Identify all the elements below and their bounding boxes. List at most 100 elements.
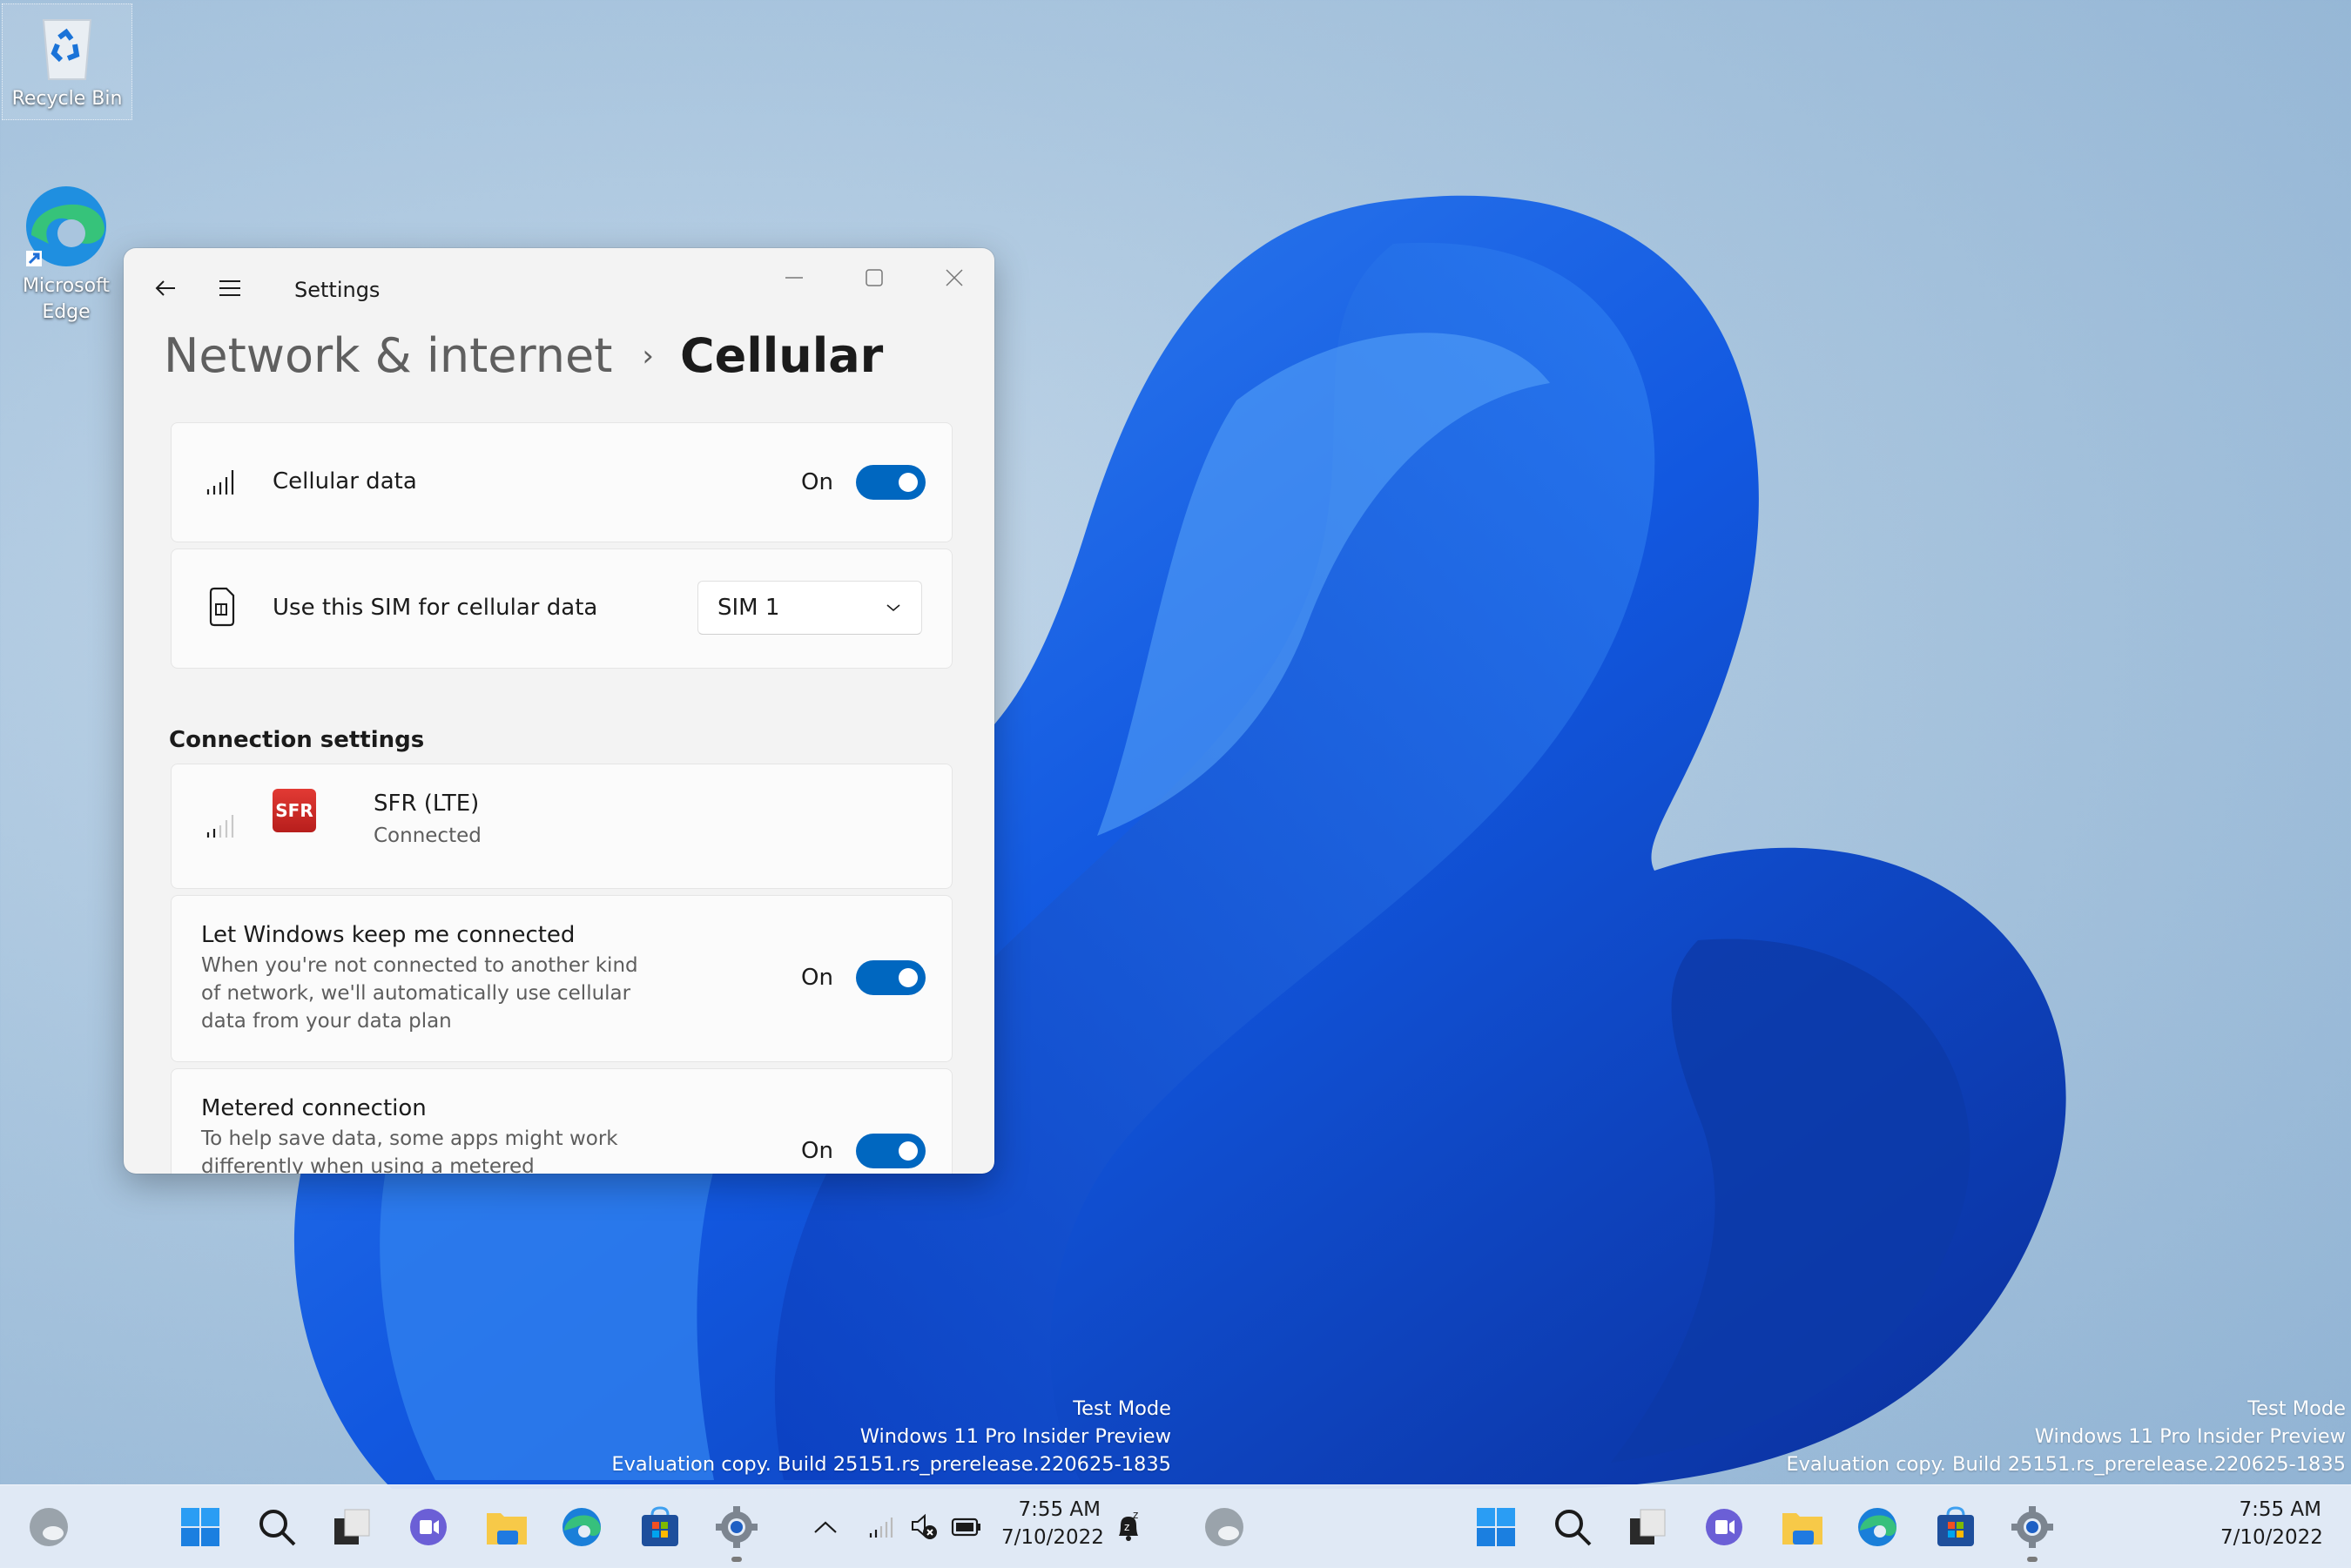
keep-connected-toggle[interactable] [856, 960, 926, 995]
network-signal-icon [205, 808, 239, 843]
sim-select-label: Use this SIM for cellular data [273, 595, 598, 621]
edge-taskbar-button-2[interactable] [1853, 1503, 1902, 1551]
keep-connected-description: When you're not connected to another kin… [201, 954, 638, 1033]
weather-icon [30, 1508, 68, 1546]
chat-button-2[interactable] [1700, 1503, 1748, 1551]
clock-time: 7:55 AM [2239, 1498, 2321, 1521]
chat-icon [1706, 1509, 1742, 1545]
edge-taskbar-button[interactable] [557, 1503, 606, 1551]
navigation-menu-button[interactable] [204, 262, 256, 314]
maximize-button[interactable] [848, 252, 900, 304]
settings-taskbar-button[interactable] [712, 1503, 761, 1551]
task-view-button-2[interactable] [1623, 1503, 1672, 1551]
metered-toggle[interactable] [856, 1134, 926, 1168]
search-button-2[interactable] [1548, 1503, 1597, 1551]
breadcrumb-separator-icon: › [642, 338, 655, 373]
search-button[interactable] [253, 1503, 301, 1551]
test-mode-watermark-secondary: Test Mode Windows 11 Pro Insider Preview… [1786, 1397, 2346, 1476]
taskbar: 7:55 AM 7/10/2022 zz 7:55 AM 7/10/2022 [0, 1484, 2351, 1568]
file-explorer-button-2[interactable] [1778, 1503, 1827, 1551]
running-indicator [2027, 1557, 2038, 1562]
settings-window: Settings Network & internet › Cellular C… [124, 248, 994, 1174]
chat-button[interactable] [404, 1503, 453, 1551]
maximize-icon [866, 269, 883, 286]
close-button[interactable] [928, 252, 980, 304]
clock-button[interactable]: 7:55 AM 7/10/2022 [1001, 1496, 1104, 1551]
search-icon [259, 1510, 296, 1546]
file-explorer-icon [1782, 1513, 1822, 1544]
volume-muted-icon [912, 1513, 937, 1539]
settings-icon [2011, 1506, 2053, 1548]
network-card[interactable]: SFR SFR (LTE) Connected [171, 764, 953, 889]
store-icon [642, 1506, 678, 1546]
weather-icon [1205, 1508, 1243, 1546]
chevron-up-icon [814, 1521, 837, 1533]
start-button[interactable] [176, 1503, 225, 1551]
keep-connected-toggle-group: On [801, 960, 926, 995]
cellular-data-label: Cellular data [273, 468, 417, 495]
clock-button-2[interactable]: 7:55 AM 7/10/2022 [2220, 1496, 2323, 1551]
sim-select-card: Use this SIM for cellular data SIM 1 [171, 548, 953, 669]
back-arrow-icon [155, 280, 175, 296]
task-view-icon [334, 1509, 370, 1544]
test-mode-watermark: Test Mode Windows 11 Pro Insider Preview… [611, 1397, 1171, 1476]
start-icon [1477, 1508, 1515, 1546]
weather-widget-button[interactable] [24, 1503, 73, 1551]
cellular-signal-icon [869, 1518, 893, 1538]
task-view-icon [1630, 1509, 1666, 1544]
network-tray-button[interactable] [857, 1503, 906, 1551]
metered-connection-card: Metered connection To help save data, so… [171, 1068, 953, 1174]
recycle-bin-icon [37, 13, 98, 83]
svg-text:z: z [1124, 1521, 1129, 1533]
start-button-2[interactable] [1472, 1503, 1520, 1551]
cellular-signal-icon [205, 465, 239, 500]
toggle-state-text: On [801, 469, 833, 495]
minimize-button[interactable] [768, 252, 820, 304]
store-button-2[interactable] [1931, 1503, 1980, 1551]
back-button[interactable] [139, 262, 192, 314]
file-explorer-button[interactable] [482, 1503, 531, 1551]
desktop-icon-label: Microsoft Edge [22, 275, 111, 323]
start-icon [181, 1508, 219, 1546]
desktop-icon-recycle-bin[interactable]: Recycle Bin [2, 3, 132, 120]
edge-icon [1858, 1508, 1896, 1546]
sim-dropdown-value: SIM 1 [717, 595, 780, 621]
connection-settings-heading: Connection settings [169, 727, 425, 753]
app-title: Settings [294, 278, 381, 302]
search-icon [1555, 1510, 1592, 1546]
keep-connected-card: Let Windows keep me connected When you'r… [171, 895, 953, 1062]
store-button[interactable] [636, 1503, 684, 1551]
task-view-button[interactable] [327, 1503, 376, 1551]
battery-icon [951, 1518, 980, 1537]
close-icon [946, 269, 963, 286]
settings-icon [716, 1506, 758, 1548]
battery-tray-button[interactable] [942, 1503, 991, 1551]
toggle-state-text: On [801, 1138, 833, 1164]
sim-dropdown[interactable]: SIM 1 [697, 581, 922, 635]
notification-button[interactable]: zz [1104, 1503, 1153, 1551]
desktop-icon-edge[interactable]: Microsoft Edge [2, 174, 131, 326]
show-hidden-icons-button[interactable] [801, 1503, 850, 1551]
do-not-disturb-bell-icon: zz [1119, 1510, 1138, 1541]
title-bar[interactable]: Settings [124, 248, 994, 335]
metered-title: Metered connection [201, 1095, 427, 1121]
clock-time: 7:55 AM [1018, 1498, 1101, 1521]
network-status: Connected [374, 824, 482, 847]
weather-widget-button-2[interactable] [1200, 1503, 1249, 1551]
breadcrumb-parent[interactable]: Network & internet [164, 328, 612, 383]
edge-icon [562, 1508, 601, 1546]
hamburger-menu-icon [219, 280, 240, 296]
edge-icon [23, 183, 110, 270]
file-explorer-icon [487, 1513, 527, 1544]
running-indicator [731, 1557, 742, 1562]
minimize-icon [785, 277, 803, 279]
breadcrumb: Network & internet › Cellular [164, 328, 883, 383]
store-icon [1937, 1506, 1974, 1546]
chevron-down-icon [886, 604, 900, 612]
cellular-data-toggle[interactable] [856, 465, 926, 500]
network-name: SFR (LTE) [374, 791, 480, 817]
chat-icon [410, 1509, 447, 1545]
sim-card-icon [205, 587, 239, 627]
toggle-state-text: On [801, 965, 833, 991]
settings-taskbar-button-2[interactable] [2008, 1503, 2057, 1551]
